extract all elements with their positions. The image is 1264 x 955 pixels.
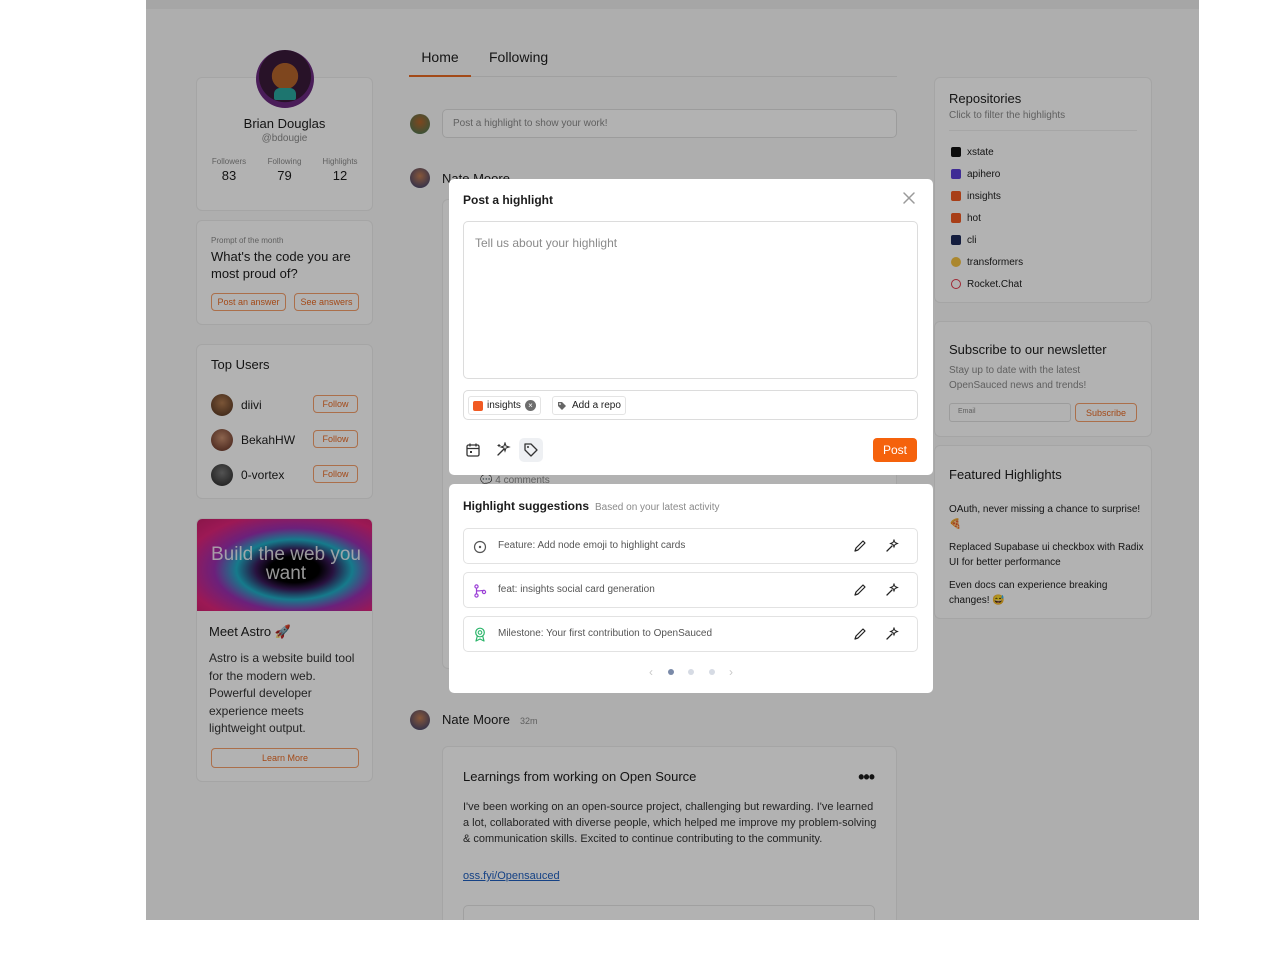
repo-tag-insights[interactable]: insights ×	[468, 396, 541, 415]
suggestion-text: Feature: Add node emoji to highlight car…	[498, 540, 686, 551]
suggestion-row[interactable]: Feature: Add node emoji to highlight car…	[463, 528, 918, 564]
ai-sparkle-icon[interactable]	[493, 440, 513, 460]
edit-icon[interactable]	[853, 627, 867, 641]
repo-tag-field[interactable]: insights × Add a repo	[463, 390, 918, 420]
post-button[interactable]: Post	[873, 438, 917, 462]
ai-sparkle-icon[interactable]	[885, 583, 899, 597]
edit-icon[interactable]	[853, 583, 867, 597]
remove-tag-icon[interactable]: ×	[524, 400, 536, 411]
suggestion-text: Milestone: Your first contribution to Op…	[498, 628, 713, 639]
calendar-icon[interactable]	[463, 440, 483, 460]
insights-logo-icon	[473, 400, 483, 411]
add-repo-button[interactable]: Add a repo	[552, 396, 626, 415]
tag-icon[interactable]	[519, 438, 543, 462]
page-dot[interactable]	[688, 669, 694, 675]
suggestion-row[interactable]: feat: insights social card generation	[463, 572, 918, 608]
ai-sparkle-icon[interactable]	[885, 539, 899, 553]
post-highlight-modal: Post a highlight Tell us about your high…	[449, 179, 933, 475]
suggestions-subtitle: Based on your latest activity	[595, 502, 720, 513]
page-dot[interactable]	[708, 669, 715, 675]
edit-icon[interactable]	[853, 539, 867, 553]
suggestions-title: Highlight suggestions	[463, 499, 589, 513]
pagination: ‹ ›	[649, 666, 733, 678]
modal-title: Post a highlight	[463, 193, 553, 207]
issue-icon	[473, 540, 487, 554]
pull-request-icon	[474, 584, 487, 598]
page-dot-active[interactable]	[667, 669, 674, 675]
tag-icon	[558, 401, 566, 410]
suggestions-header: Highlight suggestions Based on your late…	[463, 499, 720, 513]
chevron-left-icon[interactable]: ‹	[649, 666, 653, 678]
textarea-placeholder: Tell us about your highlight	[475, 236, 618, 250]
suggestion-row[interactable]: Milestone: Your first contribution to Op…	[463, 616, 918, 652]
award-icon	[475, 627, 485, 642]
suggestions-panel: Highlight suggestions Based on your late…	[449, 484, 933, 693]
chevron-right-icon[interactable]: ›	[729, 666, 733, 678]
suggestion-text: feat: insights social card generation	[498, 584, 655, 595]
ai-sparkle-icon[interactable]	[885, 627, 899, 641]
highlight-textarea[interactable]: Tell us about your highlight	[463, 221, 918, 379]
close-icon[interactable]	[901, 190, 917, 206]
